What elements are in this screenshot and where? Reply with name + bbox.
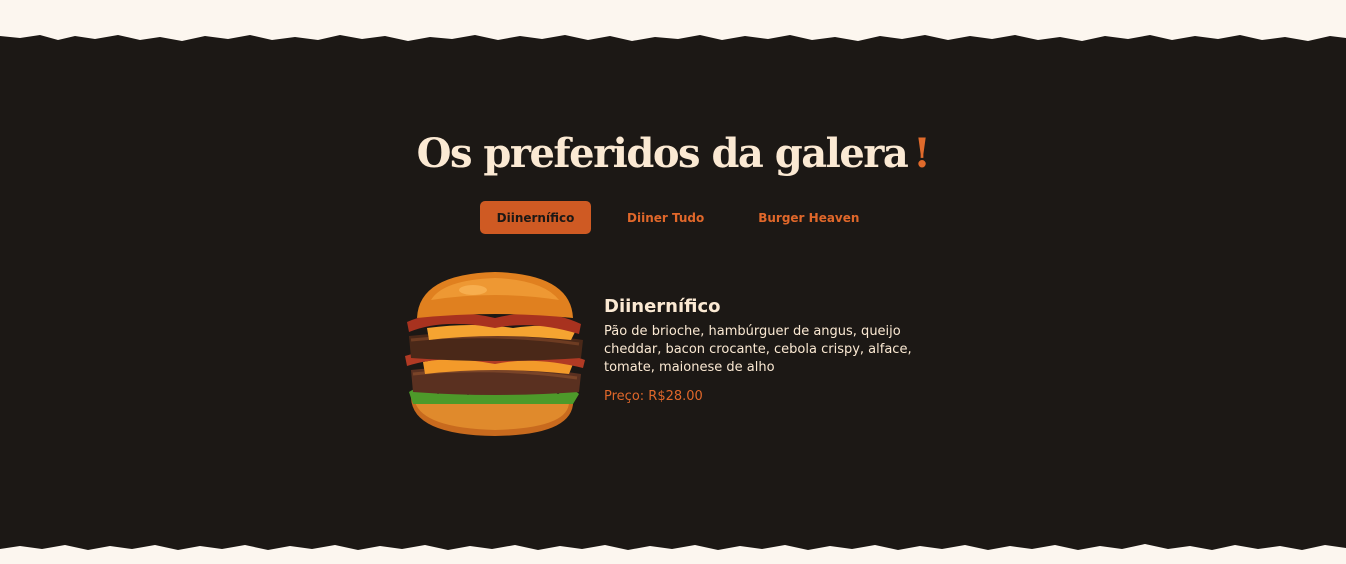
tab-burger-heaven[interactable]: Burger Heaven	[740, 201, 877, 234]
exclamation-mark: !	[913, 130, 931, 177]
tab-diiner-tudo[interactable]: Diiner Tudo	[609, 201, 722, 234]
section-title: Os preferidos da galera!	[0, 130, 1346, 177]
product-info: Diinernífico Pão de brioche, hambúrguer …	[604, 296, 924, 404]
product-price: Preço: R$28.00	[604, 389, 703, 404]
section-title-text: Os preferidos da galera	[416, 130, 909, 177]
burger-image	[403, 270, 588, 440]
product-tabs: Diinernífico Diiner Tudo Burger Heaven	[480, 201, 877, 234]
product-name: Diinernífico	[604, 296, 721, 317]
tab-diinernifico[interactable]: Diinernífico	[480, 201, 591, 234]
product-description: Pão de brioche, hambúrguer de angus, que…	[604, 324, 912, 375]
